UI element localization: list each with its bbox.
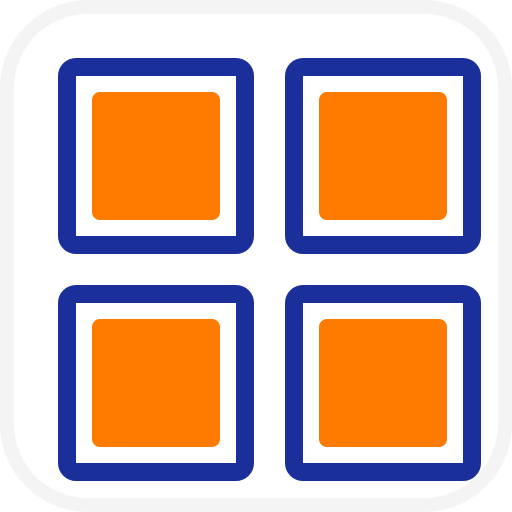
grid-tiles-icon [14,14,498,498]
screen [0,0,512,512]
grid-tile-bottom-left [58,285,254,481]
grid-tile-fill [92,319,220,447]
grid-tile-top-left [58,58,254,254]
app-icon[interactable] [0,0,512,512]
grid-tile-fill [319,319,447,447]
grid-tile-fill [92,92,220,220]
grid-tile-bottom-right [285,285,481,481]
grid-tile-top-right [285,58,481,254]
grid-tile-fill [319,92,447,220]
